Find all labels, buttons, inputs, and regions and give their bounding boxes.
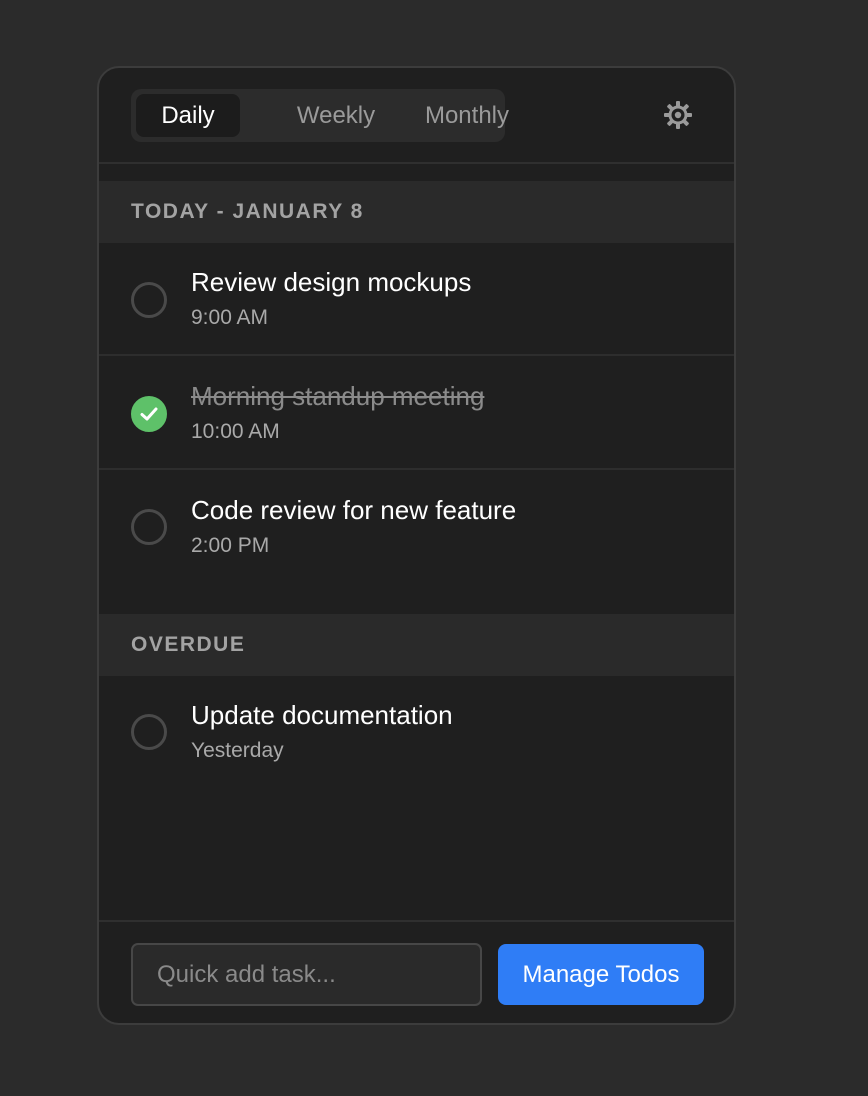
task-title: Update documentation [191, 700, 453, 730]
task-checkbox[interactable] [131, 509, 167, 545]
todo-widget: Daily Weekly Monthly TODAY - JANUARY 8 R… [97, 66, 736, 1025]
task-item[interactable]: Review design mockups 9:00 AM [99, 243, 734, 356]
task-item[interactable]: Update documentation Yesterday [99, 676, 734, 789]
tab-daily[interactable]: Daily [136, 94, 240, 137]
tab-monthly[interactable]: Monthly [387, 94, 547, 137]
section-header-overdue: OVERDUE [99, 614, 734, 676]
task-title: Morning standup meeting [191, 381, 485, 411]
task-time: 9:00 AM [191, 306, 269, 329]
task-time: 10:00 AM [191, 420, 280, 443]
task-time: 2:00 PM [191, 534, 270, 557]
widget-header: Daily Weekly Monthly [99, 68, 734, 164]
checkmark-icon [140, 407, 158, 421]
task-checkbox[interactable] [131, 282, 167, 318]
task-title: Review design mockups [191, 267, 472, 297]
task-item[interactable]: Code review for new feature 2:00 PM [99, 471, 734, 584]
task-title: Code review for new feature [191, 495, 517, 525]
task-item[interactable]: Morning standup meeting 10:00 AM [99, 357, 734, 470]
period-segmented-control: Daily Weekly Monthly [131, 89, 509, 142]
gear-icon[interactable] [662, 99, 694, 131]
task-time: Yesterday [191, 739, 284, 762]
widget-footer: Manage Todos [99, 920, 734, 1023]
task-checkbox-checked[interactable] [131, 396, 167, 432]
quick-add-input[interactable] [131, 943, 482, 1006]
section-header-today: TODAY - JANUARY 8 [99, 181, 734, 243]
task-checkbox[interactable] [131, 714, 167, 750]
manage-todos-button[interactable]: Manage Todos [498, 944, 704, 1005]
